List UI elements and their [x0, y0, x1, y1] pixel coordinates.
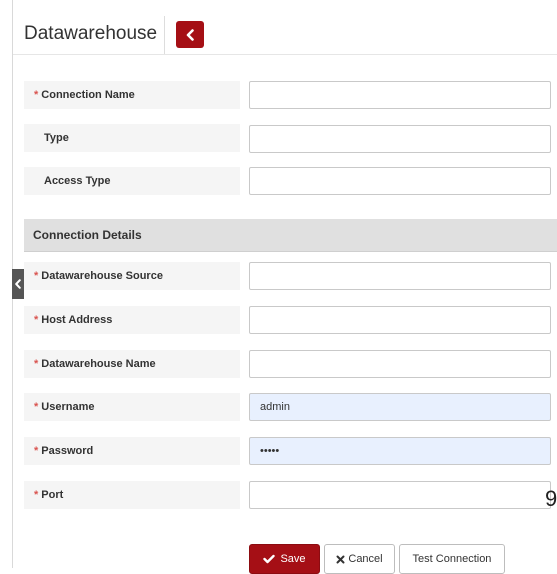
chevron-left-icon: [15, 279, 21, 289]
host-address-input[interactable]: [249, 306, 551, 334]
required-marker: *: [34, 489, 39, 501]
connection-details-section-header: Connection Details: [24, 219, 557, 252]
close-icon: [336, 555, 345, 564]
access-type-label-text: Access Type: [44, 175, 111, 187]
port-label-text: Port: [41, 489, 64, 501]
datawarehouse-name-label: * Datawarehouse Name: [24, 350, 240, 378]
datawarehouse-source-input[interactable]: [249, 262, 551, 290]
access-type-label: Access Type: [24, 167, 240, 195]
type-label-text: Type: [44, 132, 69, 144]
connection-name-input[interactable]: [249, 81, 551, 109]
check-icon: [263, 554, 276, 564]
test-connection-button[interactable]: Test Connection: [399, 544, 505, 574]
back-button[interactable]: [176, 21, 204, 48]
required-marker: *: [34, 445, 39, 457]
section-title: Connection Details: [33, 228, 142, 242]
connection-name-label-text: Connection Name: [41, 89, 135, 101]
required-marker: *: [34, 270, 39, 282]
type-label: Type: [24, 124, 240, 152]
datawarehouse-name-label-text: Datawarehouse Name: [41, 358, 156, 370]
host-address-label-text: Host Address: [41, 314, 113, 326]
required-marker: *: [34, 314, 39, 326]
cancel-button[interactable]: Cancel: [324, 544, 395, 574]
sidebar-toggle-button[interactable]: [12, 269, 24, 299]
connection-name-label: * Connection Name: [24, 81, 240, 109]
username-input[interactable]: [249, 393, 551, 421]
username-label: * Username: [24, 393, 240, 421]
password-label-text: Password: [41, 445, 94, 457]
required-marker: *: [34, 401, 39, 413]
password-input[interactable]: [249, 437, 551, 465]
save-button[interactable]: Save: [249, 544, 320, 574]
save-button-label: Save: [280, 553, 306, 565]
username-label-text: Username: [41, 401, 95, 413]
port-label: * Port: [24, 481, 240, 509]
page-header: Datawarehouse: [13, 10, 557, 55]
stray-glyph: 9: [545, 486, 557, 511]
datawarehouse-source-label: * Datawarehouse Source: [24, 262, 240, 290]
required-marker: *: [34, 89, 39, 101]
page-title: Datawarehouse: [24, 23, 158, 44]
type-input[interactable]: [249, 125, 551, 153]
password-label: * Password: [24, 437, 240, 465]
chevron-left-icon: [186, 28, 194, 41]
port-input[interactable]: [249, 481, 551, 509]
required-marker: *: [34, 358, 39, 370]
host-address-label: * Host Address: [24, 306, 240, 334]
access-type-input[interactable]: [249, 167, 551, 195]
datawarehouse-name-input[interactable]: [249, 350, 551, 378]
test-connection-button-label: Test Connection: [412, 553, 492, 565]
cancel-button-label: Cancel: [348, 553, 383, 565]
header-divider: [164, 16, 165, 54]
datawarehouse-source-label-text: Datawarehouse Source: [41, 270, 163, 282]
